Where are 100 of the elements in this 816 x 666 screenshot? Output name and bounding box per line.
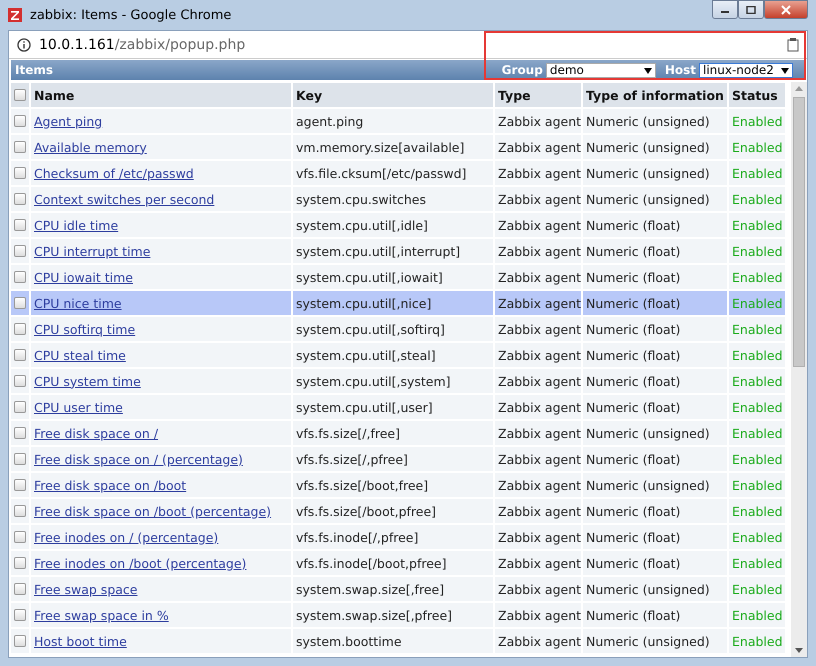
row-checkbox[interactable] — [14, 349, 26, 361]
status-cell: Enabled — [729, 343, 785, 367]
maximize-icon — [746, 6, 756, 14]
status-cell: Enabled — [729, 395, 785, 419]
table-cell: Zabbix agent — [495, 317, 581, 341]
table-cell: Numeric (float) — [583, 213, 727, 237]
row-checkbox[interactable] — [14, 609, 26, 621]
table-cell: Zabbix agent — [495, 499, 581, 523]
table-cell: system.cpu.util[,iowait] — [293, 265, 493, 289]
table-cell: Zabbix agent — [495, 239, 581, 263]
row-checkbox[interactable] — [14, 323, 26, 335]
row-checkbox[interactable] — [14, 193, 26, 205]
table-cell: Numeric (unsigned) — [583, 187, 727, 211]
table-cell: system.swap.size[,pfree] — [293, 603, 493, 627]
table-cell: Zabbix agent — [495, 343, 581, 367]
row-checkbox[interactable] — [14, 479, 26, 491]
row-checkbox[interactable] — [14, 219, 26, 231]
row-checkbox[interactable] — [14, 505, 26, 517]
window-title: zabbix: Items - Google Chrome — [30, 8, 232, 22]
table-cell: Zabbix agent — [495, 213, 581, 237]
table-cell: Zabbix agent — [495, 577, 581, 601]
status-cell: Enabled — [729, 447, 785, 471]
table-cell: Numeric (float) — [583, 525, 727, 549]
maximize-button[interactable] — [738, 0, 764, 19]
row-checkbox[interactable] — [14, 401, 26, 413]
status-cell: Enabled — [729, 187, 785, 211]
row-checkbox[interactable] — [14, 297, 26, 309]
table-cell: system.cpu.util[,nice] — [293, 291, 493, 315]
table-cell: Numeric (unsigned) — [583, 135, 727, 159]
table-cell: Zabbix agent — [495, 551, 581, 575]
table-cell: Zabbix agent — [495, 525, 581, 549]
column-header[interactable]: Type of information — [583, 83, 727, 107]
scrollbar[interactable] — [791, 82, 807, 657]
scroll-thumb[interactable] — [793, 97, 805, 367]
table-cell: vm.memory.size[available] — [293, 135, 493, 159]
table-cell: vfs.fs.size[/,pfree] — [293, 447, 493, 471]
table-cell: Zabbix agent — [495, 109, 581, 133]
status-cell: Enabled — [729, 499, 785, 523]
table-cell: Numeric (float) — [583, 239, 727, 263]
table-cell: Numeric (float) — [583, 343, 727, 367]
table-cell: Zabbix agent — [495, 395, 581, 419]
filter-dropdown[interactable]: demo — [546, 62, 656, 78]
row-checkbox[interactable] — [14, 167, 26, 179]
row-checkbox[interactable] — [14, 557, 26, 569]
table-cell: Numeric (float) — [583, 603, 727, 627]
row-checkbox[interactable] — [14, 375, 26, 387]
table-cell: system.cpu.switches — [293, 187, 493, 211]
app-logo-icon — [8, 8, 22, 22]
table-cell: vfs.fs.inode[/boot,pfree] — [293, 551, 493, 575]
column-header[interactable]: Type — [495, 83, 581, 107]
table-cell: Numeric (unsigned) — [583, 161, 727, 185]
table-cell: Zabbix agent — [495, 161, 581, 185]
minimize-button[interactable] — [712, 0, 738, 19]
scroll-up-icon[interactable] — [795, 86, 803, 91]
row-checkbox[interactable] — [14, 271, 26, 283]
close-button[interactable] — [764, 0, 808, 19]
table-cell: Numeric (float) — [583, 447, 727, 471]
table-cell: Numeric (unsigned) — [583, 109, 727, 133]
status-cell: Enabled — [729, 109, 785, 133]
status-cell: Enabled — [729, 603, 785, 627]
table-cell: system.cpu.util[,steal] — [293, 343, 493, 367]
scroll-down-icon[interactable] — [795, 648, 803, 653]
table-cell: system.cpu.util[,system] — [293, 369, 493, 393]
table-cell: Zabbix agent — [495, 265, 581, 289]
row-checkbox[interactable] — [14, 635, 26, 647]
status-cell: Enabled — [729, 551, 785, 575]
status-cell: Enabled — [729, 239, 785, 263]
table-cell: Zabbix agent — [495, 369, 581, 393]
table-cell: system.swap.size[,free] — [293, 577, 493, 601]
info-icon[interactable] — [17, 38, 31, 52]
row-checkbox[interactable] — [14, 453, 26, 465]
table-cell: Zabbix agent — [495, 421, 581, 445]
status-cell: Enabled — [729, 135, 785, 159]
row-checkbox[interactable] — [14, 583, 26, 595]
table-cell: vfs.fs.size[/,free] — [293, 421, 493, 445]
row-checkbox[interactable] — [14, 427, 26, 439]
row-checkbox[interactable] — [14, 115, 26, 127]
table-cell: vfs.file.cksum[/etc/passwd] — [293, 161, 493, 185]
table-cell: vfs.fs.size[/boot,pfree] — [293, 499, 493, 523]
filter-label: Host — [664, 63, 696, 77]
status-cell: Enabled — [729, 421, 785, 445]
column-header[interactable]: Key — [293, 83, 493, 107]
row-checkbox[interactable] — [14, 531, 26, 543]
url-text[interactable]: 10.0.1.161/zabbix/popup.php — [39, 36, 246, 52]
item-link[interactable]: Agent ping — [34, 114, 102, 128]
filter-dropdown[interactable]: linux-node2 — [699, 62, 793, 78]
row-checkbox[interactable] — [14, 141, 26, 153]
table-cell: Zabbix agent — [495, 447, 581, 471]
column-header[interactable]: Name — [31, 83, 291, 107]
row-checkbox[interactable] — [14, 245, 26, 257]
table-cell: vfs.fs.size[/boot,free] — [293, 473, 493, 497]
table-cell: Numeric (unsigned) — [583, 629, 727, 653]
status-cell: Enabled — [729, 525, 785, 549]
status-cell: Enabled — [729, 473, 785, 497]
table-cell: Zabbix agent — [495, 603, 581, 627]
column-header[interactable]: Status — [729, 83, 785, 107]
caret-icon — [781, 68, 789, 74]
status-cell: Enabled — [729, 291, 785, 315]
status-cell: Enabled — [729, 317, 785, 341]
select-all-checkbox[interactable] — [14, 89, 26, 101]
